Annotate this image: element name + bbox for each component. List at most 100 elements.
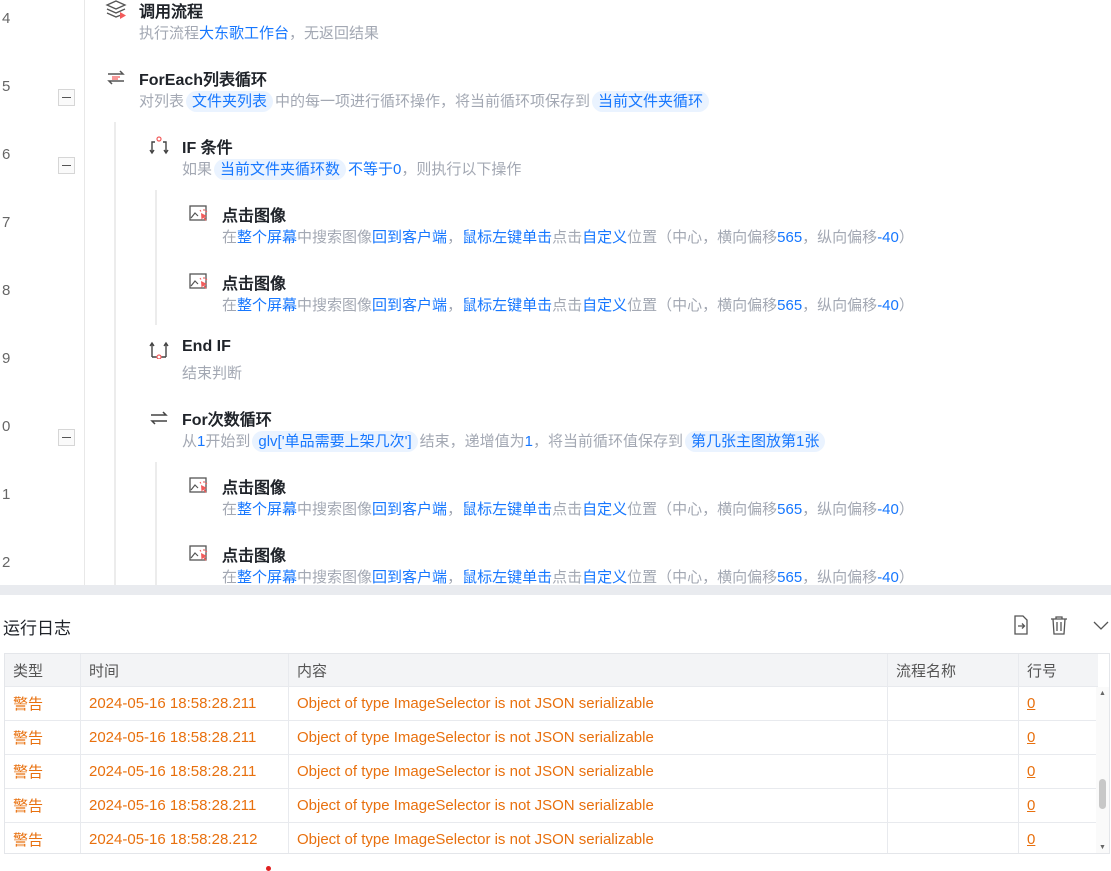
step-title: 调用流程 <box>139 4 204 21</box>
log-line-link[interactable]: 0 <box>1027 763 1035 780</box>
param-value[interactable]: 回到客户端 <box>372 501 447 518</box>
desc-text: ，则执行以下操作 <box>401 161 522 178</box>
param-value[interactable]: 565 <box>777 569 802 585</box>
desc-text: 从 <box>182 433 198 450</box>
variable-chip[interactable]: glv['单品需要上架几次'] <box>252 431 418 452</box>
log-type: 警告 <box>13 798 44 815</box>
collapse-button[interactable] <box>58 429 75 446</box>
panel-splitter[interactable] <box>0 585 1111 595</box>
log-content-cell: Object of type ImageSelector is not JSON… <box>289 755 888 788</box>
end-if-icon <box>148 339 170 360</box>
log-content: Object of type ImageSelector is not JSON… <box>297 797 654 814</box>
header-flow-name: 流程名称 <box>888 654 1019 686</box>
param-value[interactable]: 565 <box>777 501 802 518</box>
step-description: 结束判断 <box>182 362 242 383</box>
line-number: 5 <box>2 78 11 95</box>
line-number: 9 <box>2 350 11 367</box>
param-value[interactable]: 鼠标左键单击 <box>462 569 552 585</box>
param-value[interactable]: 565 <box>777 297 802 314</box>
desc-text: 在 <box>222 501 238 518</box>
line-number: 0 <box>2 418 11 435</box>
param-value[interactable]: 自定义 <box>582 501 627 518</box>
desc-text: 点击 <box>552 297 583 314</box>
variable-chip[interactable]: 当前文件夹循环 <box>592 91 710 112</box>
param-value[interactable]: 整个屏幕 <box>237 569 297 585</box>
collapse-button[interactable] <box>58 157 75 174</box>
step-description: 对列表 文件夹列表 中的每一项进行循环操作，将当前循环项保存到 当前文件夹循环 <box>139 90 711 112</box>
param-value[interactable]: 1 <box>525 433 533 450</box>
param-value[interactable]: 回到客户端 <box>372 297 447 314</box>
desc-text: 点击 <box>552 501 583 518</box>
log-time-cell: 2024-05-16 18:58:28.212 <box>81 823 289 853</box>
desc-text: 位置（中心，横向偏移 <box>627 229 778 246</box>
log-table: 类型 时间 内容 流程名称 行号 警告 2024-05-16 18:58:28.2… <box>4 653 1110 854</box>
param-value[interactable]: 整个屏幕 <box>237 501 297 518</box>
export-log-icon[interactable] <box>1010 614 1032 636</box>
param-value[interactable]: 整个屏幕 <box>237 297 297 314</box>
param-value[interactable]: 565 <box>777 229 802 246</box>
log-line-link-cell: 0 <box>1019 789 1098 822</box>
variable-chip[interactable]: 第几张主图放第1张 <box>685 431 826 452</box>
log-row[interactable]: 警告 2024-05-16 18:58:28.211 Object of type … <box>5 755 1098 789</box>
trash-icon[interactable] <box>1048 614 1070 636</box>
variable-chip[interactable]: 当前文件夹循环数 <box>214 159 347 180</box>
log-row[interactable]: 警告 2024-05-16 18:58:28.211 Object of type … <box>5 721 1098 755</box>
log-type: 警告 <box>13 832 44 849</box>
desc-text: ） <box>898 501 914 518</box>
log-content-cell: Object of type ImageSelector is not JSON… <box>289 687 888 720</box>
log-content-cell: Object of type ImageSelector is not JSON… <box>289 789 888 822</box>
desc-text: 中搜索图像 <box>297 501 373 518</box>
desc-text: 在 <box>222 569 238 585</box>
param-value[interactable]: 自定义 <box>582 297 627 314</box>
log-line-link-cell: 0 <box>1019 721 1098 754</box>
param-value[interactable]: -40 <box>877 569 899 585</box>
log-time-cell: 2024-05-16 18:58:28.211 <box>81 755 289 788</box>
param-value[interactable]: 鼠标左键单击 <box>462 297 552 314</box>
step-description: 从1开始到 glv['单品需要上架几次'] 结束，递增值为1，将当前循环值保存到 第几… <box>182 430 827 452</box>
log-row[interactable]: 警告 2024-05-16 18:58:28.211 Object of type … <box>5 789 1098 823</box>
param-value[interactable]: 整个屏幕 <box>237 229 297 246</box>
param-value[interactable]: 鼠标左键单击 <box>462 501 552 518</box>
log-flow-name-cell <box>888 755 1019 788</box>
param-value[interactable]: -40 <box>877 229 899 246</box>
log-time-cell: 2024-05-16 18:58:28.211 <box>81 687 289 720</box>
log-type: 警告 <box>13 696 44 713</box>
click-image-icon <box>188 203 210 223</box>
line-number: 1 <box>2 486 11 503</box>
param-value[interactable]: -40 <box>877 297 899 314</box>
param-value[interactable]: 自定义 <box>582 229 627 246</box>
step-description: 在整个屏幕中搜索图像回到客户端，鼠标左键单击点击自定义位置（中心，横向偏移565… <box>222 226 914 247</box>
log-flow-name-cell <box>888 721 1019 754</box>
scrollbar-thumb[interactable] <box>1099 779 1106 809</box>
desc-text: ，纵向偏移 <box>802 229 878 246</box>
param-value[interactable]: 不等于0 <box>348 161 401 178</box>
click-image-icon <box>188 271 210 291</box>
log-content: Object of type ImageSelector is not JSON… <box>297 831 654 848</box>
step-title: For次数循环 <box>182 412 272 429</box>
chevron-down-icon[interactable] <box>1090 614 1111 636</box>
param-value[interactable]: -40 <box>877 501 899 518</box>
log-row[interactable]: 警告 2024-05-16 18:58:28.212 Object of type … <box>5 823 1098 853</box>
click-image-icon <box>188 475 210 495</box>
step-title: End IF <box>182 338 231 355</box>
variable-chip[interactable]: 文件夹列表 <box>186 91 274 112</box>
log-line-link[interactable]: 0 <box>1027 695 1035 712</box>
log-content-cell: Object of type ImageSelector is not JSON… <box>289 823 888 853</box>
log-time-cell: 2024-05-16 18:58:28.211 <box>81 721 289 754</box>
param-value[interactable]: 鼠标左键单击 <box>462 229 552 246</box>
param-value[interactable]: 回到客户端 <box>372 569 447 585</box>
log-line-link[interactable]: 0 <box>1027 729 1035 746</box>
param-value[interactable]: 回到客户端 <box>372 229 447 246</box>
log-time-cell: 2024-05-16 18:58:28.211 <box>81 789 289 822</box>
log-line-link[interactable]: 0 <box>1027 831 1035 848</box>
desc-text: 中的每一项进行循环操作，将当前循环项保存到 <box>275 93 591 110</box>
header-content: 内容 <box>289 654 888 686</box>
collapse-button[interactable] <box>58 89 75 106</box>
log-scrollbar[interactable]: ▲ ▼ <box>1096 687 1109 853</box>
param-value[interactable]: 自定义 <box>582 569 627 585</box>
log-row[interactable]: 警告 2024-05-16 18:58:28.211 Object of type … <box>5 687 1098 721</box>
param-value[interactable]: 大东歌工作台 <box>199 25 289 42</box>
log-line-link[interactable]: 0 <box>1027 797 1035 814</box>
log-flow-name-cell <box>888 687 1019 720</box>
desc-text: 在 <box>222 297 238 314</box>
